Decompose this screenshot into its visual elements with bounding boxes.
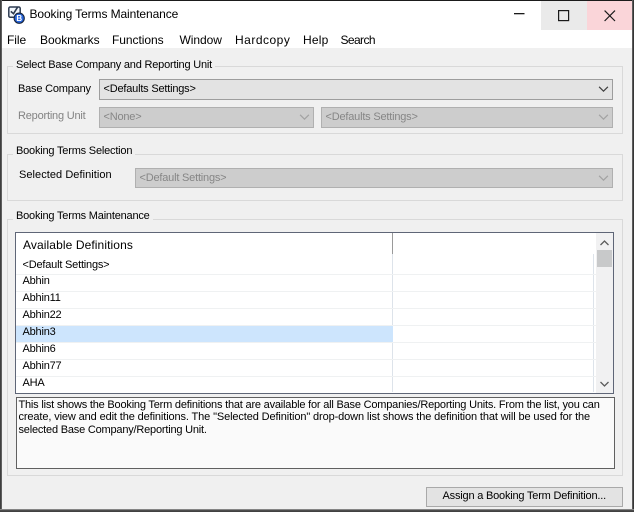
- svg-text:B: B: [16, 14, 22, 23]
